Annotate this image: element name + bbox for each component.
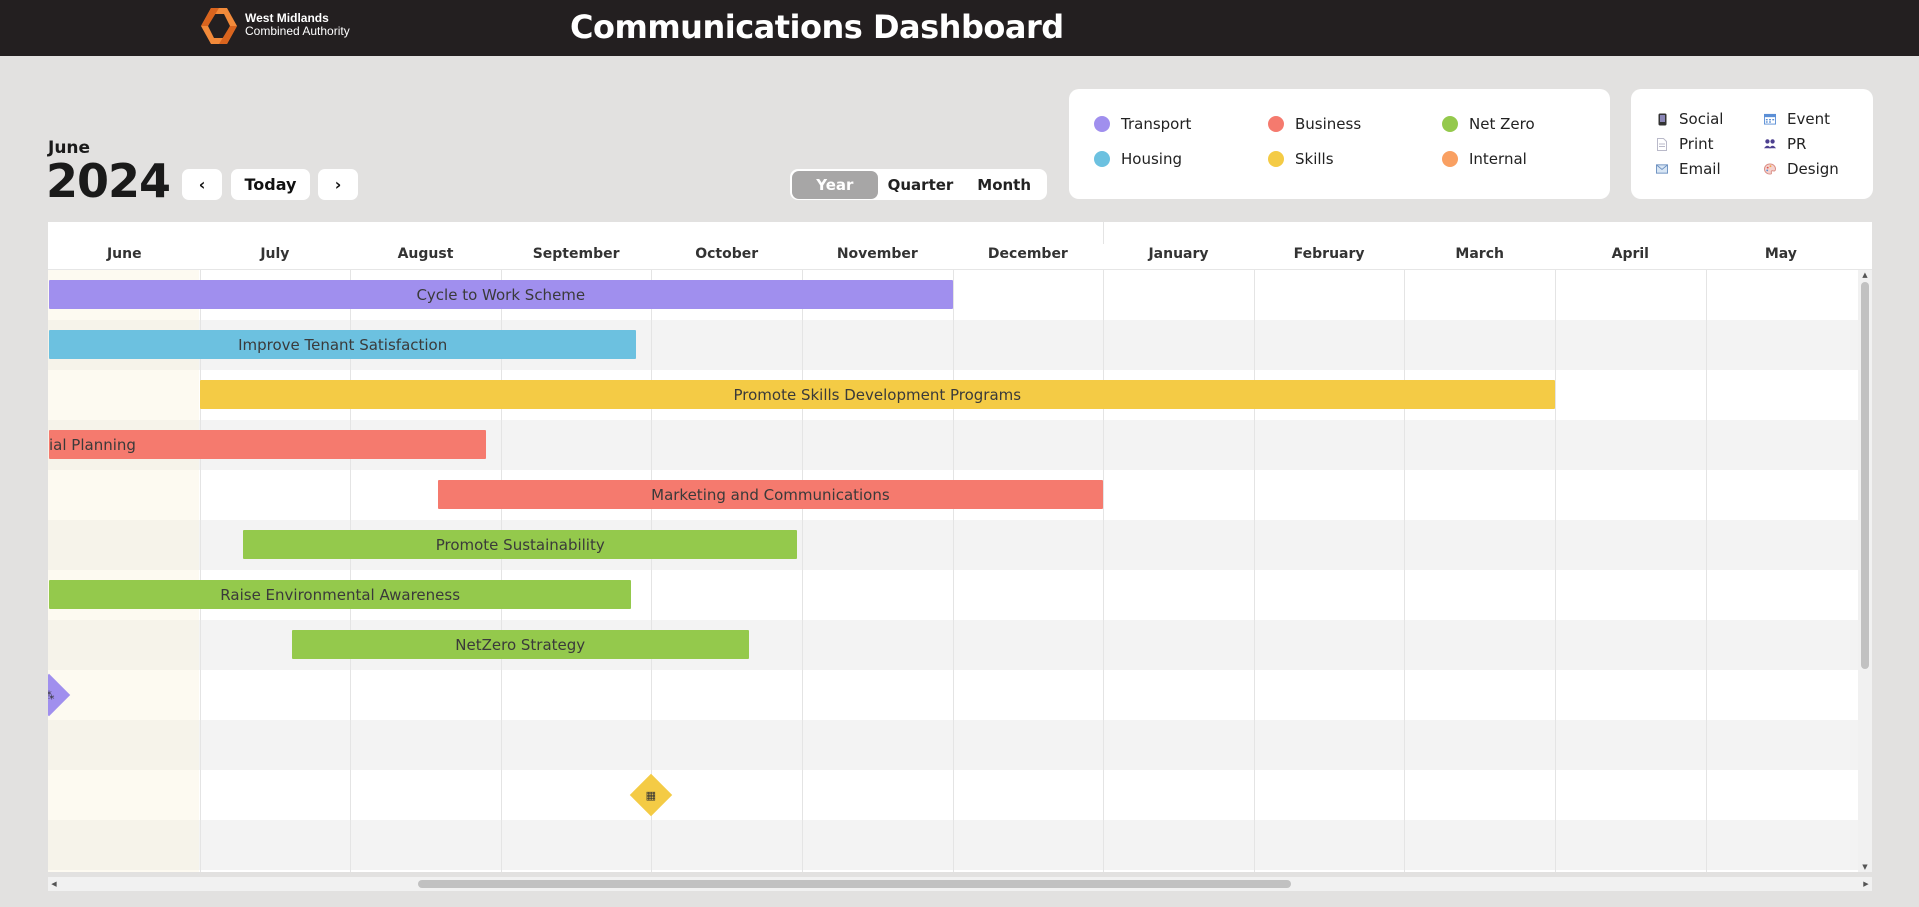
logo-line-2: Combined Authority — [245, 24, 350, 38]
month-gridline — [1705, 270, 1707, 872]
phone-icon — [1656, 113, 1668, 125]
month-label: December — [987, 246, 1068, 262]
legend-print[interactable]: Print — [1656, 135, 1714, 153]
month-gridline — [500, 270, 502, 872]
legend-label: Social — [1679, 110, 1724, 128]
people-icon — [1764, 138, 1776, 150]
category-legend: Transport Business Net Zero Housing Skil… — [1069, 89, 1610, 199]
month-gridline — [1555, 270, 1556, 872]
month-gridline — [1253, 270, 1255, 872]
legend-label: Business — [1295, 115, 1362, 133]
calendar-icon — [1764, 113, 1776, 125]
legend-label: Net Zero — [1469, 115, 1535, 133]
skills-dot-icon — [1268, 151, 1284, 167]
legend-business[interactable]: Business — [1268, 115, 1361, 133]
campaign-bar[interactable]: NetZero Strategy — [291, 630, 749, 659]
legend-label: Transport — [1121, 115, 1192, 133]
month-gridline — [350, 270, 352, 872]
current-month-highlight — [48, 270, 199, 872]
legend-label: Housing — [1121, 150, 1182, 168]
month-gridline — [1404, 270, 1406, 872]
campaign-bar[interactable]: Promote Skills Development Programs — [199, 380, 1555, 409]
wmca-logo-icon[interactable] — [199, 7, 239, 45]
campaign-bar[interactable]: Marketing and Communications — [437, 480, 1104, 509]
month-label: November — [836, 246, 918, 262]
legend-pr[interactable]: PR — [1764, 135, 1806, 153]
legend-housing[interactable]: Housing — [1094, 150, 1182, 168]
top-bar: West Midlands Combined Authority Communi… — [0, 0, 1919, 56]
legend-label: Email — [1679, 160, 1721, 178]
campaign-bar[interactable]: Raise Environmental Awareness — [49, 580, 632, 609]
legend-label: PR — [1787, 135, 1807, 153]
legend-event[interactable]: Event — [1764, 110, 1830, 128]
year-divider — [1103, 222, 1105, 244]
housing-dot-icon — [1094, 151, 1110, 167]
campaign-bar[interactable]: Promote Sustainability — [243, 530, 798, 559]
transport-dot-icon — [1094, 116, 1110, 132]
month-header-row: June July August September October November De… — [48, 222, 1872, 270]
view-toggle: Year Quarter Month — [790, 169, 1047, 200]
campaign-bar[interactable]: Cycle to Work Scheme — [49, 280, 953, 309]
view-quarter-tab[interactable]: Quarter — [878, 171, 964, 199]
legend-skills[interactable]: Skills — [1268, 150, 1334, 168]
month-label: May — [1764, 246, 1797, 262]
month-label: June — [106, 246, 142, 262]
current-year: 2024 — [46, 154, 171, 208]
calendar-icon: ▦ — [646, 788, 657, 802]
month-label: July — [260, 246, 290, 262]
month-label: October — [695, 246, 759, 262]
people-icon: ⁂ — [48, 688, 55, 702]
legend-internal[interactable]: Internal — [1442, 150, 1527, 168]
legend-design[interactable]: Design — [1764, 160, 1839, 178]
campaign-bar[interactable]: Improve Tenant Satisfaction — [49, 330, 637, 359]
legend-label: Print — [1679, 135, 1714, 153]
previous-button[interactable]: ‹ — [182, 169, 222, 200]
next-button[interactable]: › — [318, 169, 358, 200]
scroll-right-arrow-icon[interactable]: ▶ — [1860, 877, 1872, 891]
month-label: March — [1455, 246, 1504, 262]
logo-text[interactable]: West Midlands Combined Authority — [245, 12, 350, 38]
view-year-tab[interactable]: Year — [792, 170, 878, 199]
today-button[interactable]: Today — [231, 169, 310, 200]
month-label: August — [397, 246, 454, 262]
legend-transport[interactable]: Transport — [1094, 115, 1191, 133]
legend-label: Event — [1787, 110, 1830, 128]
legend-email[interactable]: Email — [1656, 160, 1721, 178]
envelope-icon — [1656, 163, 1668, 175]
page-title: Communications Dashboard — [570, 8, 1064, 46]
legend-label: Design — [1787, 160, 1839, 178]
legend-net-zero[interactable]: Net Zero — [1442, 115, 1535, 133]
month-label: September — [532, 246, 620, 262]
month-label: January — [1148, 246, 1209, 262]
month-gridline — [952, 270, 954, 872]
business-dot-icon — [1268, 116, 1284, 132]
month-gridline — [802, 270, 803, 872]
type-legend: Social Event Print PR Email Design — [1631, 89, 1873, 199]
timeline-grid: June July August September October November De… — [48, 222, 1872, 872]
scroll-left-arrow-icon[interactable]: ◀ — [48, 877, 60, 891]
legend-label: Skills — [1295, 150, 1334, 168]
horizontal-scroll-thumb[interactable] — [418, 880, 1291, 888]
legend-social[interactable]: Social — [1656, 110, 1723, 128]
month-label: April — [1611, 246, 1649, 262]
month-label: February — [1293, 246, 1365, 262]
month-gridline — [1103, 270, 1105, 872]
campaign-bar[interactable]: ial Planning — [49, 430, 487, 459]
month-gridline — [199, 270, 201, 872]
internal-dot-icon — [1442, 151, 1458, 167]
legend-label: Internal — [1469, 150, 1527, 168]
scroll-down-arrow-icon[interactable]: ▼ — [1858, 862, 1872, 872]
horizontal-scrollbar[interactable]: ◀ ▶ — [48, 877, 1872, 891]
scroll-up-arrow-icon[interactable]: ▲ — [1858, 270, 1872, 280]
document-icon — [1656, 137, 1668, 151]
view-month-tab[interactable]: Month — [963, 171, 1045, 199]
vertical-scroll-thumb[interactable] — [1861, 282, 1869, 669]
vertical-scrollbar[interactable]: ▲ ▼ — [1858, 270, 1872, 872]
palette-icon — [1764, 163, 1776, 175]
net-zero-dot-icon — [1442, 116, 1458, 132]
